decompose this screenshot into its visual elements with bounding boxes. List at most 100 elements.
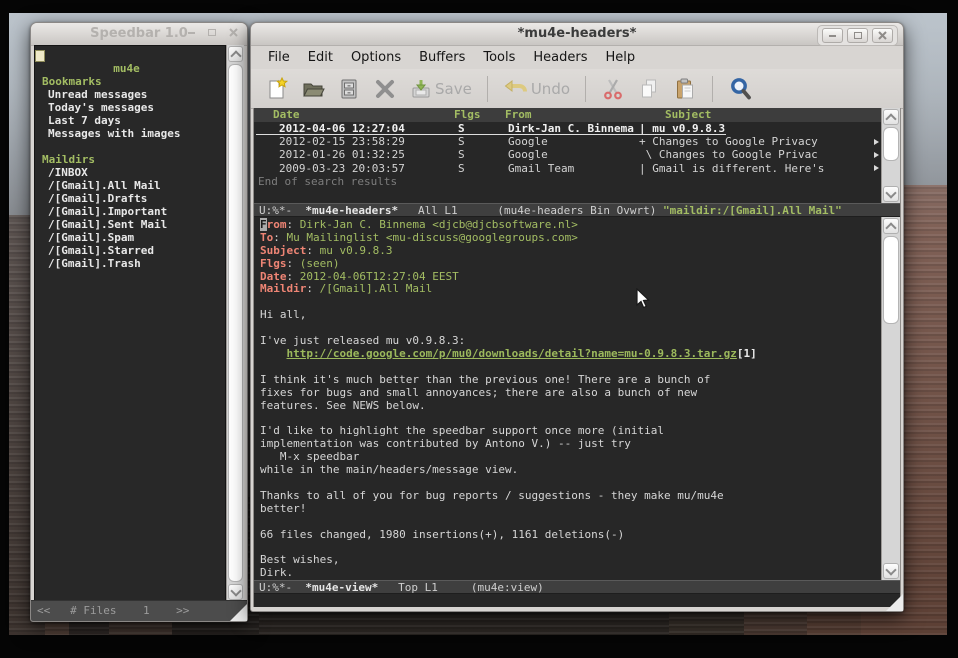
speedbar-scrollbar[interactable] [226,45,244,601]
open-folder-icon [301,77,325,101]
field-value: Dirk-Jan C. Binnema <djcb@djcbsoftware.n… [300,218,578,231]
message-row[interactable]: 2012-01-26 01:32:25 S Google \ Changes t… [254,148,881,161]
scrollbar-track[interactable] [882,162,900,185]
chevron-up-icon [230,50,241,61]
scroll-down-button[interactable] [883,563,899,579]
file-node-icon[interactable] [35,50,45,62]
minibuffer[interactable] [254,594,900,607]
emacs-frame: Date Flgs From Subject 2012-04-06 12:27:… [253,108,901,607]
undo-button[interactable]: Undo [503,77,570,101]
toolbar-separator [487,76,488,102]
undo-label: Undo [531,80,570,98]
link-line: http://code.google.com/p/mu0/downloads/d… [260,348,881,361]
message-view: From: Dirk-Jan C. Binnema <djcb@djcbsoft… [254,217,881,580]
field-label: Flgs [260,258,287,271]
modeline-buffer-name: *mu4e-view* [305,581,378,594]
desktop: Speedbar 1.0 mu4e Bookmarks Unread messa… [0,0,958,658]
menu-item[interactable]: Edit [299,47,342,68]
view-scrollbar[interactable] [881,217,900,580]
paste-clipboard-icon [673,77,697,101]
scroll-down-button[interactable] [228,584,243,600]
speedbar-maildir-item[interactable]: /[Gmail].Sent Mail [35,218,225,231]
column-date[interactable]: Date [273,108,300,122]
field-separator: : [306,282,319,295]
scrollbar-thumb[interactable] [883,236,899,324]
headers-scrollbar[interactable] [881,108,900,203]
modeline-search-query: "maildir:/[Gmail].All Mail" [663,204,842,217]
file-cabinet-icon [337,77,361,101]
message-row[interactable]: 2012-04-06 12:27:04 S Dirk-Jan C. Binnem… [254,122,881,135]
message-row[interactable]: 2012-02-15 23:58:29 S Google + Changes t… [254,135,881,148]
search-icon [728,76,754,102]
speedbar-maildir-item[interactable]: /[Gmail].All Mail [35,179,225,192]
speedbar-root-label: mu4e [113,62,140,75]
new-file-button[interactable] [265,77,289,101]
mu4e-view-pane: From: Dirk-Jan C. Binnema <djcb@djcbsoft… [254,217,900,580]
speedbar-root-item[interactable]: mu4e [35,49,225,62]
speedbar-maildir-item[interactable]: /INBOX [35,166,225,179]
open-file-button[interactable] [301,77,325,101]
speedbar-maildir-item[interactable]: /[Gmail].Starred [35,244,225,257]
menu-item[interactable]: Buffers [410,47,474,68]
menu-item[interactable]: File [259,47,299,68]
scroll-up-button[interactable] [228,46,243,62]
dired-button[interactable] [337,77,361,101]
close-x-icon [373,77,397,101]
close-button[interactable] [872,28,893,43]
speedbar-tree: mu4e Bookmarks Unread messagesToday's me… [34,45,226,601]
scrollbar-track[interactable] [882,325,900,562]
speedbar-titlebar[interactable]: Speedbar 1.0 [31,23,247,46]
copy-icon [637,77,661,101]
column-flags[interactable]: Flgs [454,108,481,122]
download-link[interactable]: http://code.google.com/p/mu0/downloads/d… [287,347,737,360]
row-date: 2009-03-23 20:03:57 [279,162,405,175]
speedbar-maildir-item[interactable]: /[Gmail].Spam [35,231,225,244]
message-row[interactable]: 2009-03-23 20:03:57 S Gmail Team | Gmail… [254,162,881,175]
emacs-titlebar[interactable]: *mu4e-headers* [251,23,903,46]
copy-button[interactable] [637,77,661,101]
menu-item[interactable]: Help [597,47,645,68]
chevron-up-icon [885,113,896,124]
mu4e-headers-pane: Date Flgs From Subject 2012-04-06 12:27:… [254,108,900,203]
link-indent [260,347,287,360]
row-flags: S [458,135,465,148]
speedbar-maildir-item[interactable]: /[Gmail].Trash [35,257,225,270]
scroll-down-button[interactable] [883,186,899,202]
maximize-button[interactable] [847,28,868,43]
scroll-up-button[interactable] [883,109,899,125]
speedbar-bookmark-item[interactable]: Unread messages [35,88,225,101]
row-subject: \ Changes to Google Privac [639,148,818,161]
speedbar-bookmark-item[interactable]: Messages with images [35,127,225,140]
scrollbar-thumb[interactable] [883,127,899,161]
speedbar-maildir-item[interactable]: /[Gmail].Important [35,205,225,218]
speedbar-bookmark-item[interactable]: Last 7 days [35,114,225,127]
cut-button[interactable] [601,77,625,101]
speedbar-bookmark-item[interactable]: Today's messages [35,101,225,114]
column-from[interactable]: From [505,108,532,122]
maximize-button[interactable] [206,27,218,38]
toolbar-separator [585,76,586,102]
menu-item[interactable]: Tools [474,47,524,68]
resize-grip[interactable] [230,604,247,621]
column-subject[interactable]: Subject [665,108,711,122]
close-button[interactable] [227,27,239,38]
minimize-button[interactable] [822,28,843,43]
minimize-button[interactable] [185,27,197,38]
modeline-buffer-name: *mu4e-headers* [305,204,398,217]
resize-grip[interactable] [886,594,903,611]
search-button[interactable] [728,76,754,102]
menu-item[interactable]: Options [342,47,410,68]
close-buffer-button[interactable] [373,77,397,101]
toolbar: Save Undo [251,69,903,109]
modeline-position: Top L1 (mu4e:view) [378,581,544,594]
chevron-down-icon [885,187,896,198]
scrollbar-thumb[interactable] [228,64,243,582]
save-button[interactable]: Save [409,77,472,101]
new-file-icon [265,77,289,101]
field-label: To [260,232,273,245]
menu-item[interactable]: Headers [524,47,596,68]
scroll-up-button[interactable] [883,218,899,234]
paste-button[interactable] [673,77,697,101]
field-value: 2012-04-06T12:27:04 EEST [300,270,459,283]
speedbar-maildir-item[interactable]: /[Gmail].Drafts [35,192,225,205]
